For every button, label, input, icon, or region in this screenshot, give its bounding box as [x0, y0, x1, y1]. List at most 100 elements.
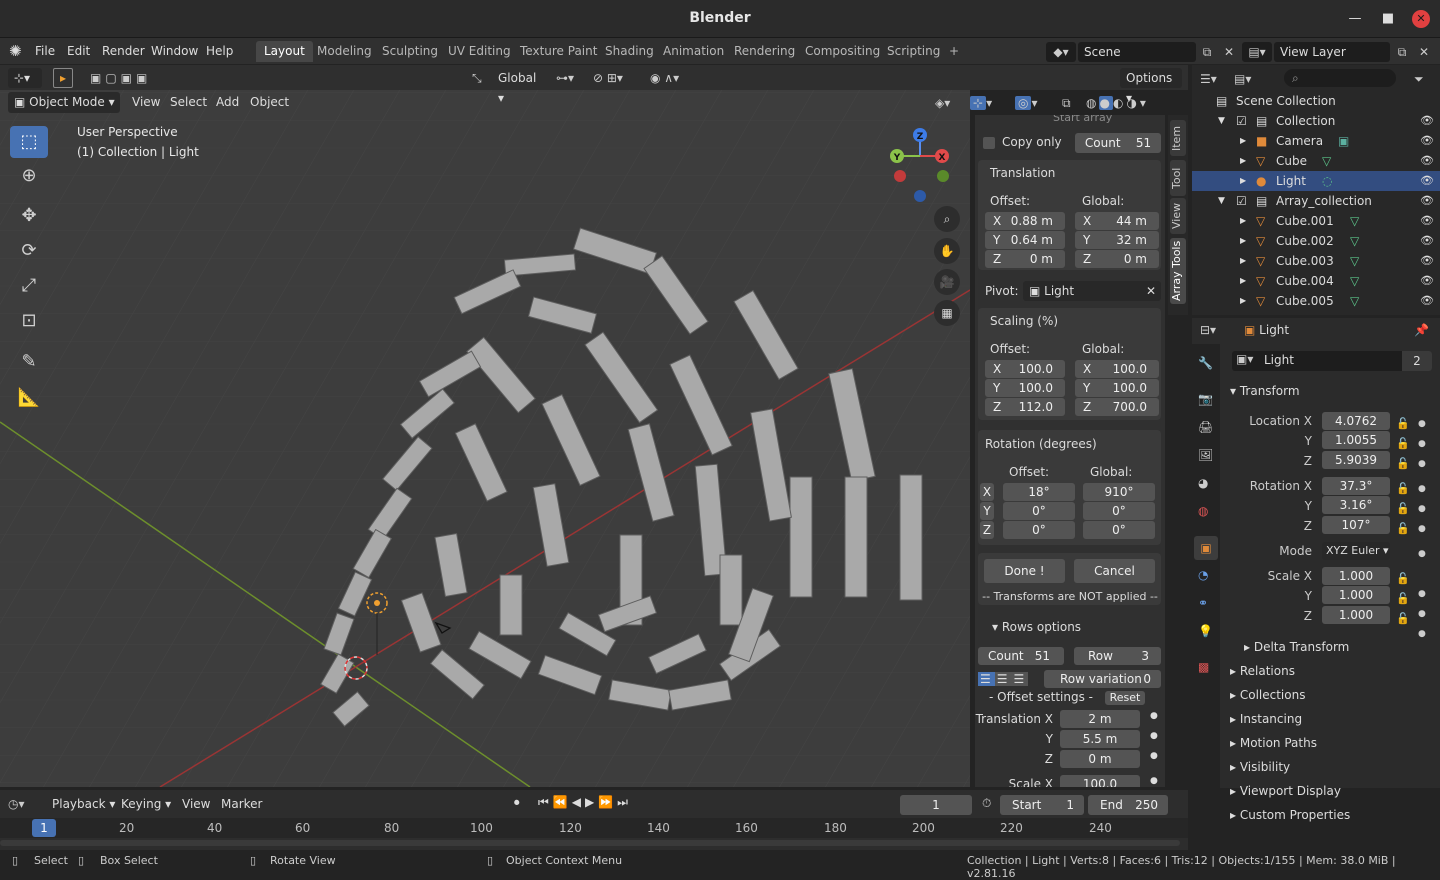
view-layer-field[interactable]: View Layer	[1274, 42, 1390, 62]
new-scene-icon[interactable]: ⧉	[1197, 42, 1217, 62]
pivot-field[interactable]: ▣ Light ✕	[1023, 281, 1161, 301]
r-global-y[interactable]: 0°	[1083, 502, 1155, 520]
include-checkbox-icon[interactable]: ☑	[1236, 191, 1247, 211]
rows-options-toggle[interactable]: ▾ Rows options	[992, 620, 1081, 634]
expand-arrow-icon[interactable]: ▶	[1240, 271, 1246, 291]
tab-modeling[interactable]: Modeling	[309, 41, 380, 62]
remove-scene-icon[interactable]: ✕	[1219, 42, 1239, 62]
s-offset-x[interactable]: X 100.0	[985, 360, 1065, 378]
rotation-x-field[interactable]: 37.3°	[1322, 477, 1390, 495]
record-icon[interactable]: ⏺	[514, 796, 520, 810]
output-tab-icon[interactable]: 🖨	[1198, 420, 1213, 434]
close-icon[interactable]: ✕	[1412, 10, 1430, 28]
eye-icon[interactable]: 👁	[1420, 171, 1434, 191]
tab-array-tools[interactable]: Array Tools	[1170, 238, 1186, 304]
rows-scale-x[interactable]: 100.0	[1060, 775, 1140, 787]
row-align-icons[interactable]: ☰ ☰ ☰	[978, 670, 1038, 688]
select-box-tool-icon[interactable]: ⬚	[10, 126, 48, 158]
expand-arrow-icon[interactable]: ▶	[1240, 171, 1246, 191]
r-global-z[interactable]: 0°	[1083, 521, 1155, 539]
tab-animation[interactable]: Animation	[655, 41, 732, 62]
menu-select[interactable]: Select	[165, 92, 212, 112]
measure-tool-icon[interactable]: 📐	[10, 382, 48, 414]
playhead[interactable]: 1	[32, 819, 56, 837]
eye-icon[interactable]: 👁	[1420, 231, 1434, 251]
eye-icon[interactable]: 👁	[1420, 151, 1434, 171]
t-offset-z[interactable]: Z0 m	[985, 250, 1065, 268]
collections-section[interactable]: ▸ Collections	[1230, 688, 1305, 702]
r-offset-z[interactable]: 0°	[1003, 521, 1075, 539]
object-name-field[interactable]: ▣▾ Light 2	[1232, 351, 1432, 371]
menu-window[interactable]: Window	[151, 42, 198, 60]
select-mode-icons[interactable]: ▣▢▣▣	[90, 68, 184, 88]
t-offset-y[interactable]: Y 0.64 m	[985, 231, 1065, 249]
location-y-field[interactable]: 1.0055	[1322, 431, 1390, 449]
tab-sculpting[interactable]: Sculpting	[374, 41, 446, 62]
t-global-y[interactable]: Y 32 m	[1075, 231, 1159, 249]
outliner-row-camera[interactable]: ▶ ■ Camera ▣ 👁	[1192, 131, 1440, 151]
menu-keying[interactable]: Keying ▾	[116, 794, 176, 814]
world-tab-icon[interactable]: ◍	[1198, 504, 1208, 518]
annotate-tool-icon[interactable]: ✎	[10, 346, 48, 378]
zoom-icon[interactable]: ⌕	[934, 206, 960, 232]
scene-name-field[interactable]: Scene	[1078, 42, 1196, 62]
visibility-section[interactable]: ▸ Visibility	[1230, 760, 1290, 774]
outliner-row-cube-005[interactable]: ▶ ▽ Cube.005 ▽ 👁	[1192, 291, 1440, 311]
expand-arrow-icon[interactable]: ▶	[1240, 151, 1246, 171]
outliner-row-scene-collection[interactable]: ▤ Scene Collection	[1192, 91, 1440, 111]
remove-view-layer-icon[interactable]: ✕	[1414, 42, 1434, 62]
menu-edit[interactable]: Edit	[67, 42, 90, 60]
select-tool-icon[interactable]: ▸	[53, 68, 73, 88]
eye-icon[interactable]: 👁	[1420, 271, 1434, 291]
tab-layout[interactable]: Layout	[256, 41, 313, 62]
relations-section[interactable]: ▸ Relations	[1230, 664, 1295, 678]
object-browse-icon[interactable]: ▣▾	[1236, 352, 1253, 366]
pan-hand-icon[interactable]: ✋	[934, 238, 960, 264]
shading-mode-icons[interactable]: ◍●◐◑▾	[1086, 93, 1176, 113]
row-variation-field[interactable]: Row variation 0	[1044, 670, 1161, 688]
pin-icon[interactable]: 📌	[1414, 320, 1432, 340]
outliner-row-cube-001[interactable]: ▶ ▽ Cube.001 ▽ 👁	[1192, 211, 1440, 231]
outliner-row-cube[interactable]: ▶ ▽ Cube ▽ 👁	[1192, 151, 1440, 171]
outliner-row-cube-002[interactable]: ▶ ▽ Cube.002 ▽ 👁	[1192, 231, 1440, 251]
properties-editor-type-icon[interactable]: ⊟▾	[1200, 320, 1232, 340]
outliner-row-cube-003[interactable]: ▶ ▽ Cube.003 ▽ 👁	[1192, 251, 1440, 271]
transform-orientation-dropdown[interactable]: Global ▾	[492, 68, 548, 105]
3d-viewport[interactable]: Z X Y	[0, 65, 970, 787]
ortho-grid-icon[interactable]: ▦	[934, 300, 960, 326]
keyframe-dot-icon[interactable]: ●	[1150, 731, 1158, 741]
cancel-button[interactable]: Cancel	[1074, 559, 1155, 583]
count-field[interactable]: Count 51	[1075, 133, 1161, 153]
current-frame-field[interactable]: 1	[900, 795, 972, 815]
keyframe-dot-icon[interactable]: ● ● ●	[1418, 479, 1426, 539]
view-layer-selector-icon[interactable]: ▤▾	[1242, 42, 1272, 62]
menu-render[interactable]: Render	[102, 42, 145, 60]
motion-paths-section[interactable]: ▸ Motion Paths	[1230, 736, 1317, 750]
clear-pivot-icon[interactable]: ✕	[1146, 281, 1156, 301]
s-offset-z[interactable]: Z 112.0	[985, 398, 1065, 416]
transform-section-header[interactable]: ▾ Transform	[1230, 384, 1300, 398]
editor-type-icon[interactable]: ⊹▾	[8, 68, 42, 88]
eye-icon[interactable]: 👁	[1420, 251, 1434, 271]
s-global-x[interactable]: X 100.0	[1075, 360, 1159, 378]
mode-dropdown[interactable]: ▣ Object Mode ▾	[8, 92, 120, 113]
eye-icon[interactable]: 👁	[1420, 191, 1434, 211]
add-workspace-icon[interactable]: +	[941, 41, 967, 62]
timeline-editor-type-icon[interactable]: ◷▾	[8, 794, 40, 814]
eye-icon[interactable]: 👁	[1420, 211, 1434, 231]
rows-translation-y[interactable]: 5.5 m	[1060, 730, 1140, 748]
move-tool-icon[interactable]: ✥	[10, 200, 48, 232]
t-global-z[interactable]: Z0 m	[1075, 250, 1159, 268]
keyframe-dot-icon[interactable]: ●	[1150, 751, 1158, 761]
outliner-row-array-collection[interactable]: ▼ ☑ ▤ Array_collection 👁	[1192, 191, 1440, 211]
modifier-tab-icon[interactable]: ◔	[1198, 568, 1208, 582]
overlay-toggle-icon[interactable]: ◎ ▾	[1015, 93, 1055, 113]
viewport-display-section[interactable]: ▸ Viewport Display	[1230, 784, 1341, 798]
timeline-scrollbar[interactable]	[0, 840, 1180, 846]
t-global-x[interactable]: X 44 m	[1075, 212, 1159, 230]
gizmo-toggle-icon[interactable]: ⊹ ▾	[970, 93, 1010, 113]
keyframe-dot-icon[interactable]: ●	[1150, 711, 1158, 721]
lock-icon[interactable]: 🔓 🔓 🔓	[1396, 414, 1410, 474]
visibility-icon[interactable]: ◈▾	[935, 93, 965, 113]
outliner-search-input[interactable]: ⌕	[1284, 69, 1396, 87]
